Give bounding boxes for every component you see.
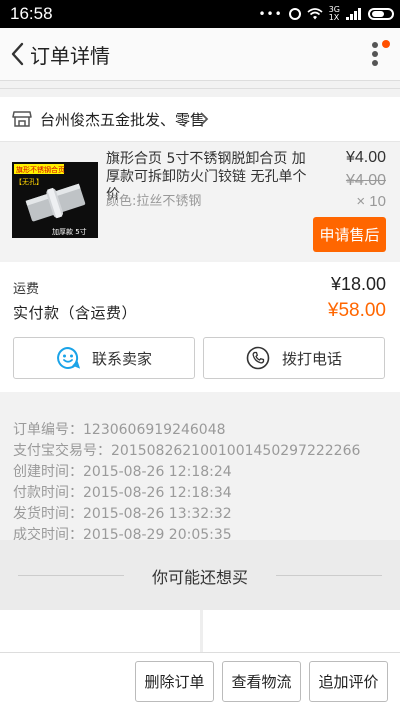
after-sale-button[interactable]: 申请售后 xyxy=(313,217,386,252)
section-gap xyxy=(0,88,400,97)
back-arrow-icon[interactable] xyxy=(4,38,32,70)
recommendation-title: 你可能还想买 xyxy=(151,568,248,587)
nav-bar: 订单详情 xyxy=(0,28,400,81)
dots-icon: ••• xyxy=(258,7,283,21)
page-title: 订单详情 xyxy=(30,44,110,68)
payment-summary: 运费 ¥18.00 实付款（含运费） ¥58.00 联系卖家 拨打电话 xyxy=(0,262,400,392)
add-review-button[interactable]: 追加评价 xyxy=(309,661,388,702)
product-spec: 颜色:拉丝不锈钢 xyxy=(106,194,202,209)
network-bottom: 1X xyxy=(328,13,340,22)
call-phone-button[interactable]: 拨打电话 xyxy=(203,337,385,379)
divider-right xyxy=(276,575,382,576)
network-type: 3G 1X xyxy=(329,6,340,22)
paid-value: ¥58.00 xyxy=(327,300,386,321)
paid-time: 付款时间：2015-08-26 12:18:34 xyxy=(13,485,232,501)
shipped-time: 发货时间：2015-08-26 13:32:32 xyxy=(13,506,232,522)
image-banner-text: 旗形不锈钢合页 xyxy=(16,165,65,174)
status-time: 16:58 xyxy=(10,4,53,23)
chat-face-icon xyxy=(57,346,80,369)
order-number: 订单编号：1230606919246048 xyxy=(13,422,226,438)
delete-order-button[interactable]: 删除订单 xyxy=(135,661,214,702)
product-image: 旗形不锈钢合页 【无孔】 加厚款 5寸 xyxy=(12,162,98,238)
recommendation-cards xyxy=(0,610,400,652)
chevron-right-icon xyxy=(200,112,209,126)
alarm-icon xyxy=(288,8,301,20)
call-phone-label: 拨打电话 xyxy=(281,349,342,368)
shipping-value: ¥18.00 xyxy=(330,274,386,294)
more-menu-icon[interactable] xyxy=(370,40,390,68)
created-time: 创建时间：2015-08-26 12:18:24 xyxy=(13,464,232,480)
signal-icon xyxy=(346,8,361,20)
view-logistics-button[interactable]: 查看物流 xyxy=(222,661,301,702)
original-price: ¥4.00 xyxy=(345,172,386,189)
status-bar: 16:58 ••• 3G 1X xyxy=(0,0,400,28)
card-divider xyxy=(200,610,203,652)
shop-icon xyxy=(12,111,32,127)
recommendation-header: 你可能还想买 xyxy=(0,540,400,610)
shop-name: 台州俊杰五金批发、零售 xyxy=(40,111,206,129)
phone-icon xyxy=(246,346,270,370)
status-icons: ••• 3G 1X xyxy=(258,4,394,24)
alipay-trade-number: 支付宝交易号：2015082621001001450297222266 xyxy=(13,443,361,459)
contact-seller-label: 联系卖家 xyxy=(91,349,152,368)
bottom-action-bar: 删除订单 查看物流 追加评价 xyxy=(0,652,400,711)
notification-badge xyxy=(382,40,390,48)
paid-label: 实付款（含运费） xyxy=(13,304,138,322)
battery-icon xyxy=(368,8,394,20)
contact-seller-button[interactable]: 联系卖家 xyxy=(13,337,195,379)
shipping-label: 运费 xyxy=(13,282,40,297)
completed-time: 成交时间：2015-08-29 20:05:35 xyxy=(13,527,232,540)
shop-row[interactable]: 台州俊杰五金批发、零售 xyxy=(0,97,400,142)
quantity: × 10 xyxy=(356,193,386,210)
image-tag-text: 【无孔】 xyxy=(15,178,43,186)
wifi-icon xyxy=(307,8,323,20)
order-info: 订单编号：1230606919246048 支付宝交易号：20150826210… xyxy=(0,404,400,540)
hinge-image: 旗形不锈钢合页 【无孔】 加厚款 5寸 xyxy=(12,162,98,238)
image-bottom-text: 加厚款 5寸 xyxy=(52,227,87,236)
unit-price: ¥4.00 xyxy=(345,149,386,166)
